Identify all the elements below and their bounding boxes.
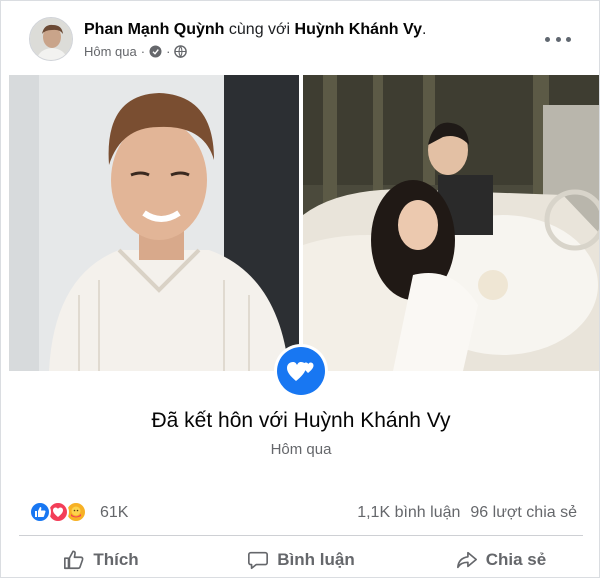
post-actions: Thích Bình luận Chia sẻ [1, 541, 599, 577]
engagement-stats: 1,1K bình luận 96 lượt chia sẻ [357, 504, 577, 522]
like-icon [29, 501, 51, 523]
author-line: Phan Mạnh Quỳnh cùng với Huỳnh Khánh Vy. [84, 21, 427, 38]
thumbs-up-icon [64, 550, 84, 570]
share-button[interactable]: Chia sẻ [401, 541, 599, 577]
shares-count[interactable]: 96 lượt chia sẻ [470, 504, 577, 522]
post-header: Phan Mạnh Quỳnh cùng với Huỳnh Khánh Vy.… [1, 1, 599, 75]
post-time[interactable]: Hôm qua [84, 44, 137, 59]
meta-separator: · [140, 44, 146, 59]
life-event-date: Hôm qua [270, 441, 332, 458]
share-label: Chia sẻ [485, 550, 547, 569]
life-event-small-icon [149, 45, 162, 58]
like-label: Thích [93, 550, 139, 569]
meta-separator-2: · [166, 44, 171, 59]
comment-button[interactable]: Bình luận [201, 541, 401, 577]
like-button[interactable]: Thích [1, 541, 201, 577]
stats-divider [19, 535, 583, 536]
photo-portrait-man[interactable] [9, 75, 299, 371]
facebook-post-card: Phan Mạnh Quỳnh cùng với Huỳnh Khánh Vy.… [0, 0, 600, 578]
post-meta: Hôm qua · · [84, 44, 188, 59]
comment-label: Bình luận [277, 550, 355, 569]
reactions-count[interactable]: 61K [100, 504, 128, 522]
with-text: cùng với [228, 21, 291, 38]
avatar[interactable] [29, 17, 73, 61]
globe-icon[interactable] [174, 45, 188, 59]
hearts-icon [277, 347, 325, 395]
life-event-badge [274, 344, 328, 398]
share-arrow-icon [456, 551, 477, 569]
life-event-title: Đã kết hôn với Huỳnh Khánh Vy [151, 409, 451, 432]
photo-grid [1, 75, 599, 371]
comments-count[interactable]: 1,1K bình luận [357, 504, 460, 522]
author-name[interactable]: Phan Mạnh Quỳnh [84, 21, 224, 38]
photo-wedding-couple[interactable] [303, 75, 599, 371]
more-options-icon[interactable] [545, 29, 571, 49]
tagged-name[interactable]: Huỳnh Khánh Vy [295, 21, 422, 38]
reaction-stats: 61K 1,1K bình luận 96 lượt chia sẻ [1, 497, 599, 529]
reaction-icons[interactable] [29, 501, 87, 523]
comment-icon [248, 551, 269, 570]
